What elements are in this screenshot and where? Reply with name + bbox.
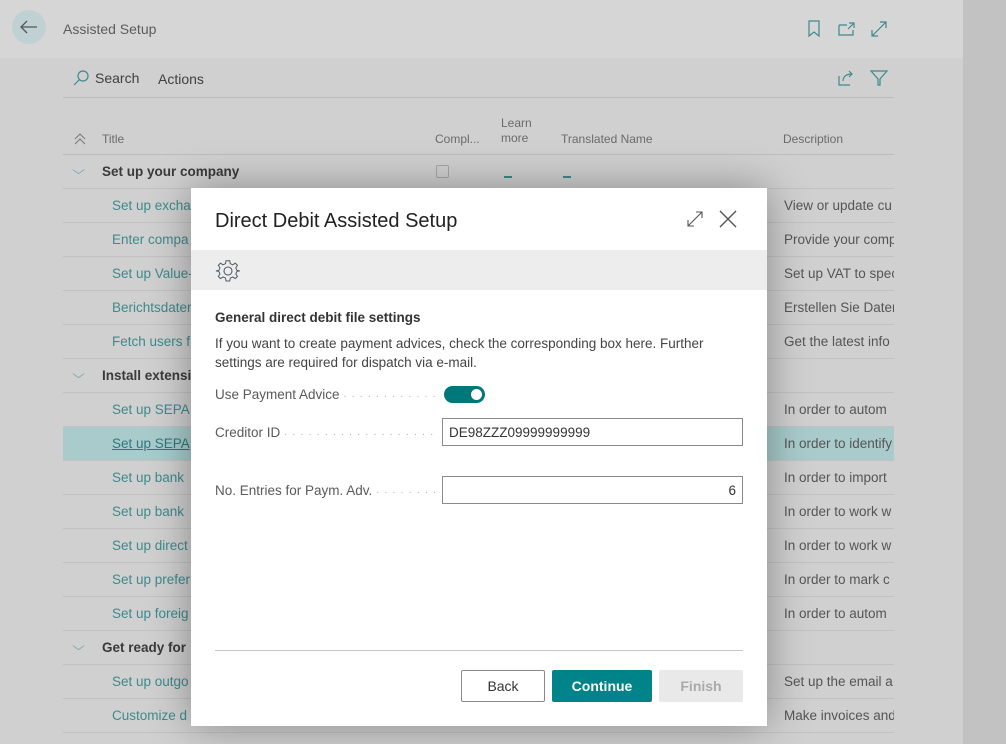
dialog-title: Direct Debit Assisted Setup (215, 210, 458, 232)
chevron-down-icon[interactable]: ⌵ (72, 639, 85, 654)
use-payment-advice-label: Use Payment Advice (215, 387, 437, 402)
column-title[interactable]: Title (102, 132, 124, 146)
filter-icon[interactable] (869, 68, 889, 88)
toggle-knob (471, 389, 482, 400)
page-title: Assisted Setup (63, 21, 157, 37)
search-button[interactable]: Search (73, 70, 139, 86)
search-icon (73, 70, 89, 86)
row-title-link[interactable]: Customize d (112, 708, 187, 723)
row-title-link[interactable]: Set up bank (112, 470, 184, 485)
finish-button[interactable]: Finish (659, 670, 743, 702)
row-description: Get the latest info (784, 334, 890, 349)
creditor-id-label: Creditor ID (215, 425, 437, 440)
group-title: Set up your company (102, 164, 240, 179)
arrow-left-icon (20, 20, 37, 34)
actions-menu[interactable]: Actions (158, 71, 204, 87)
row-description: In order to mark c (784, 572, 890, 587)
column-translated-name[interactable]: Translated Name (561, 132, 653, 146)
row-title-link[interactable]: Enter compa (112, 232, 189, 247)
row-description: In order to autom (784, 606, 887, 621)
row-title-link[interactable]: Berichtsdater (112, 300, 192, 315)
toolbar: Search Actions (63, 58, 894, 98)
grid-header: Title Compl... Learn more Translated Nam… (63, 98, 894, 155)
completed-checkbox[interactable] (436, 165, 449, 178)
chevron-down-icon[interactable]: ⌵ (72, 163, 85, 178)
use-payment-advice-toggle[interactable] (444, 386, 485, 403)
collapse-all-icon[interactable] (73, 133, 87, 145)
empty-value-dash (563, 176, 571, 178)
row-description: In order to work w (784, 538, 892, 553)
row-description: View or update cu (784, 198, 892, 213)
row-title-link[interactable]: Set up Value- (112, 266, 193, 281)
no-entries-label: No. Entries for Paym. Adv. (215, 483, 437, 498)
section-description: If you want to create payment advices, c… (215, 336, 704, 370)
row-description: Make invoices and (784, 708, 894, 723)
footer-divider (215, 650, 743, 651)
continue-button[interactable]: Continue (552, 670, 652, 702)
gear-icon (215, 260, 240, 282)
right-gutter (963, 0, 1006, 744)
row-title-link[interactable]: Set up bank (112, 504, 184, 519)
row-description: Erstellen Sie Dater (784, 300, 894, 315)
row-description: In order to import (784, 470, 887, 485)
row-description: Set up VAT to spec (784, 266, 894, 281)
row-description: Set up the email a (784, 674, 893, 689)
row-description: In order to work w (784, 504, 892, 519)
row-title-link[interactable]: Set up SEPA (112, 436, 190, 451)
no-entries-input[interactable] (442, 476, 743, 504)
empty-value-dash (504, 176, 512, 178)
row-title-link[interactable]: Set up SEPA (112, 402, 190, 417)
page-header: Assisted Setup (0, 0, 963, 58)
open-in-new-window-icon[interactable] (837, 19, 857, 39)
row-title-link[interactable]: Set up outgo (112, 674, 189, 689)
row-title-link[interactable]: Set up direct (112, 538, 188, 553)
row-description: In order to autom (784, 402, 887, 417)
back-step-button[interactable]: Back (461, 670, 545, 702)
row-title-link[interactable]: Set up prefer (112, 572, 190, 587)
creditor-id-input[interactable] (442, 418, 743, 446)
section-title: General direct debit file settings (215, 310, 421, 325)
row-description: In order to identify (784, 436, 893, 451)
column-completed[interactable]: Compl... (435, 132, 480, 146)
back-button[interactable] (12, 10, 46, 44)
close-icon[interactable] (717, 208, 739, 230)
chevron-down-icon[interactable]: ⌵ (72, 367, 85, 382)
group-title: Install extensi (102, 368, 192, 383)
expand-icon[interactable] (869, 19, 889, 39)
expand-dialog-icon[interactable] (685, 209, 705, 229)
bookmark-icon[interactable] (805, 19, 825, 39)
column-description[interactable]: Description (783, 132, 843, 146)
row-title-link[interactable]: Fetch users f (112, 334, 190, 349)
column-learn-more[interactable]: Learn more (501, 116, 537, 146)
dialog-banner (191, 250, 767, 290)
direct-debit-setup-dialog: Direct Debit Assisted Setup General dire… (191, 188, 767, 726)
row-title-link[interactable]: Set up excha (112, 198, 191, 213)
row-title-link[interactable]: Set up foreig (112, 606, 189, 621)
group-row[interactable]: ⌵ Set up your company (63, 155, 894, 189)
row-description: Provide your comp (784, 232, 894, 247)
search-label: Search (95, 70, 140, 86)
share-icon[interactable] (836, 68, 856, 88)
group-title: Get ready for (102, 640, 187, 655)
